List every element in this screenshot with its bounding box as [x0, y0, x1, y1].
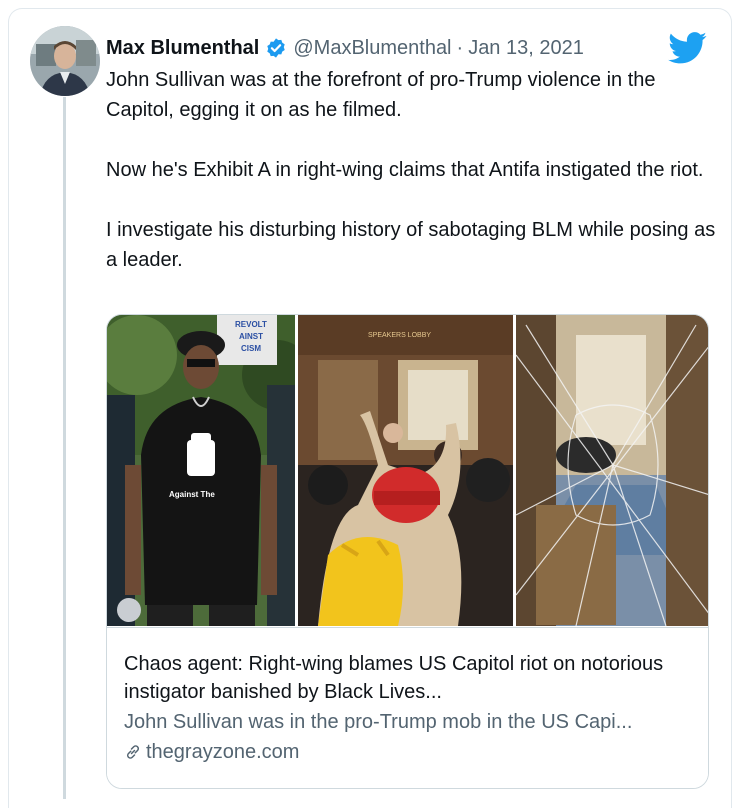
verified-badge-icon	[267, 38, 286, 58]
protest-sign-text-2: AINST	[239, 332, 263, 341]
card-domain[interactable]: thegrayzone.com	[146, 738, 299, 766]
card-photo-broken-glass	[516, 315, 708, 626]
avatar[interactable]	[30, 26, 100, 96]
card-domain-row[interactable]: thegrayzone.com	[124, 738, 693, 766]
avatar-photo	[30, 26, 100, 96]
tweet-body: John Sullivan was at the forefront of pr…	[106, 65, 721, 305]
link-icon	[126, 745, 140, 759]
card-description: John Sullivan was in the pro-Trump mob i…	[124, 711, 633, 733]
card-title[interactable]: Chaos agent: Right-wing blames US Capito…	[124, 650, 693, 706]
card-photo-crowd: SPEAKERS LOBBY	[298, 315, 513, 626]
tweet-paragraph: I investigate his disturbing history of …	[106, 219, 716, 271]
card-text-area[interactable]: Chaos agent: Right-wing blames US Capito…	[107, 627, 708, 788]
capitol-crowd-photo: SPEAKERS LOBBY	[298, 315, 513, 626]
thread-connector-line	[63, 97, 66, 799]
tweet-paragraph: John Sullivan was at the forefront of pr…	[106, 69, 656, 121]
link-preview-card[interactable]: REVOLT AINST CISM Against The SPEAKERS L…	[106, 314, 709, 789]
card-photo-protester: REVOLT AINST CISM Against The	[107, 315, 295, 626]
shirt-text: Against The	[169, 490, 215, 499]
protester-photo: REVOLT AINST CISM Against The	[107, 315, 295, 626]
protest-sign-text-3: CISM	[241, 344, 261, 353]
tweet-header: Max Blumenthal @MaxBlumenthal · Jan 13, …	[106, 36, 584, 60]
protest-sign-text: REVOLT	[235, 320, 267, 329]
tweet-paragraph: Now he's Exhibit A in right-wing claims …	[106, 159, 704, 181]
author-handle[interactable]: @MaxBlumenthal	[293, 37, 451, 60]
speakers-lobby-sign: SPEAKERS LOBBY	[368, 332, 431, 339]
twitter-bird-icon[interactable]	[668, 32, 708, 64]
header-separator: ·	[456, 36, 464, 59]
shattered-window-photo	[516, 315, 708, 626]
tweet-date[interactable]: Jan 13, 2021	[468, 37, 584, 60]
card-image-collage[interactable]: REVOLT AINST CISM Against The SPEAKERS L…	[107, 315, 708, 626]
author-name[interactable]: Max Blumenthal	[106, 37, 259, 60]
